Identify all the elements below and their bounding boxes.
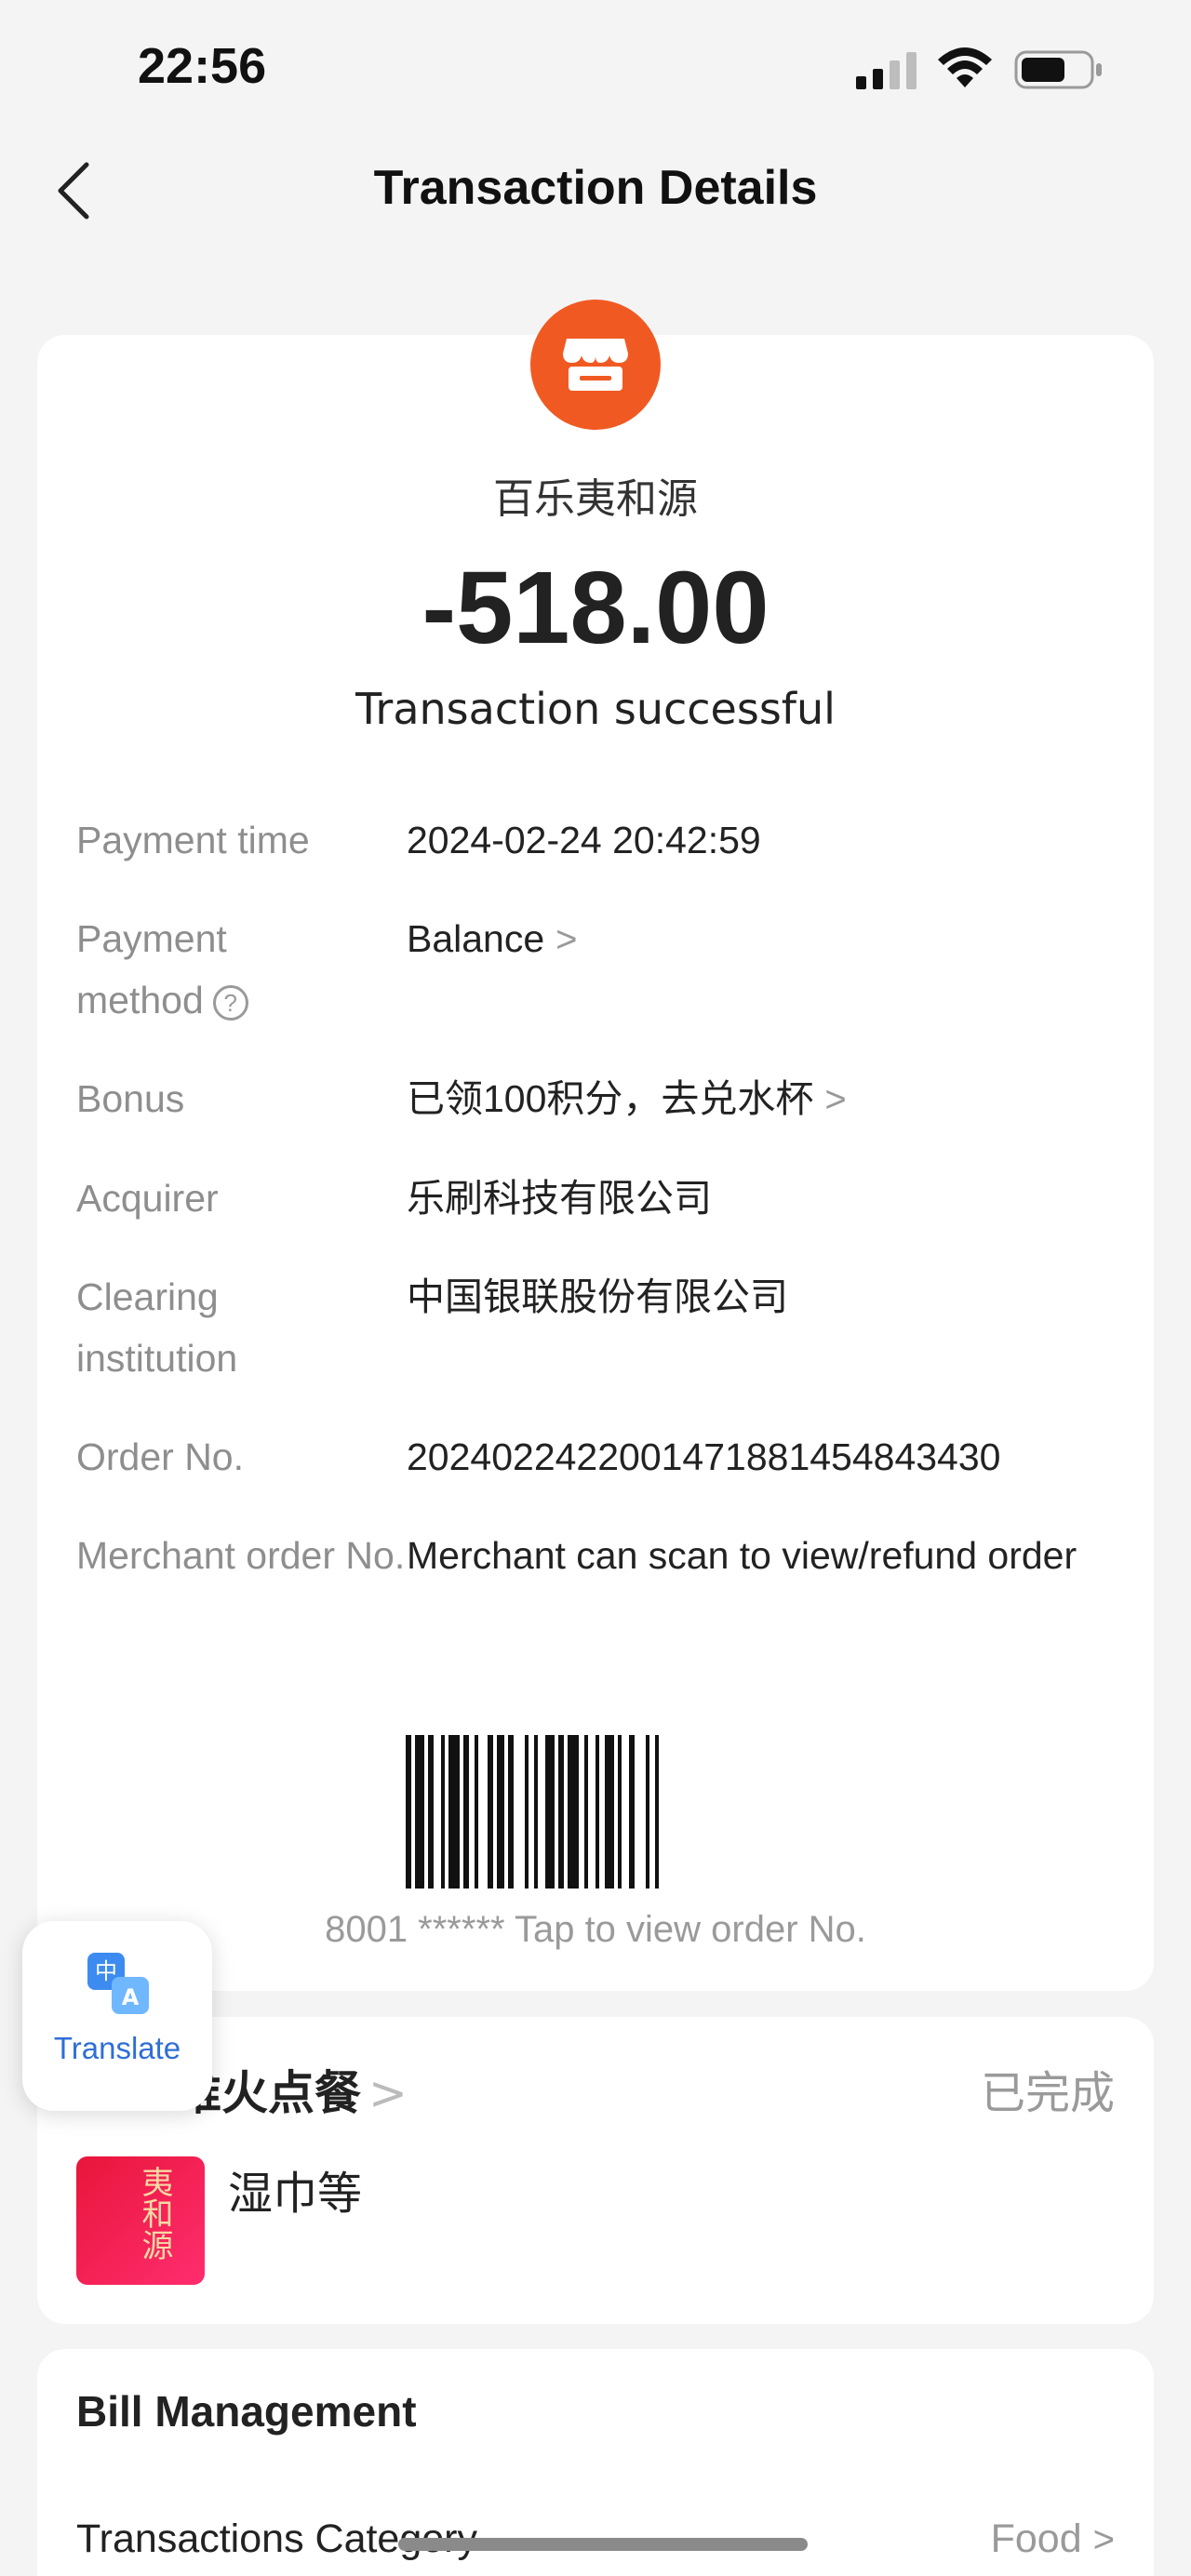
bill-management-title: Bill Management bbox=[76, 2387, 417, 2436]
detail-value: Balance bbox=[407, 917, 545, 960]
barcode-bar bbox=[584, 1735, 588, 1889]
home-indicator[interactable] bbox=[398, 2538, 808, 2551]
barcode-bar bbox=[558, 1735, 564, 1889]
merchant-name: 百乐夷和源 bbox=[493, 475, 698, 523]
order-status: 已完成 bbox=[980, 2067, 1115, 2119]
status-time: 22:56 bbox=[138, 38, 267, 94]
barcode-bar bbox=[629, 1735, 635, 1889]
barcode-bar bbox=[428, 1735, 434, 1889]
page-title: Transaction Details bbox=[373, 161, 818, 215]
barcode-bar bbox=[545, 1735, 555, 1889]
detail-row-order-no: Order No. 2024022422001471881454843430 bbox=[76, 1426, 1118, 1488]
detail-label: Clearing institution bbox=[76, 1275, 238, 1380]
detail-list: Payment time 2024-02-24 20:42:59 Payment… bbox=[76, 809, 1118, 1623]
chevron-right-icon: > bbox=[368, 2066, 408, 2120]
battery-icon bbox=[1014, 50, 1102, 89]
barcode-bar bbox=[441, 1735, 445, 1889]
barcode-bar bbox=[534, 1735, 538, 1889]
barcode-bar bbox=[605, 1735, 614, 1889]
chevron-right-icon: > bbox=[555, 919, 578, 960]
detail-label: Order No. bbox=[76, 1435, 244, 1478]
detail-label: Bonus bbox=[76, 1077, 185, 1120]
barcode-bar bbox=[488, 1735, 493, 1889]
transaction-status: Transaction successful bbox=[355, 684, 836, 734]
translate-button[interactable]: 中 A Translate bbox=[22, 1921, 212, 2111]
category-value: Food bbox=[990, 2516, 1082, 2561]
wifi-icon bbox=[938, 47, 992, 87]
translate-icon: 中 A bbox=[87, 1953, 149, 2014]
barcode-bar bbox=[415, 1735, 424, 1889]
detail-row-bonus[interactable]: Bonus 已领100积分，去兑水杯 > bbox=[76, 1068, 1118, 1130]
chevron-right-icon: > bbox=[824, 1079, 847, 1120]
detail-label-with-help: Payment method? bbox=[76, 908, 355, 1031]
merchant-logo bbox=[530, 300, 661, 430]
detail-value: 乐刷科技有限公司 bbox=[407, 1177, 712, 1220]
detail-label: Merchant order No. bbox=[76, 1534, 406, 1577]
barcode-bar bbox=[646, 1735, 649, 1889]
detail-label: Acquirer bbox=[76, 1177, 219, 1220]
barcode-bar bbox=[568, 1735, 579, 1889]
barcode-bar bbox=[508, 1735, 514, 1889]
transactions-category-value[interactable]: Food > bbox=[991, 2516, 1115, 2562]
barcode-bar bbox=[463, 1735, 469, 1889]
status-bar: 22:56 bbox=[0, 0, 1191, 140]
detail-row-payment-time: Payment time 2024-02-24 20:42:59 bbox=[76, 809, 1118, 871]
transaction-amount: -518.00 bbox=[422, 551, 769, 665]
svg-text:A: A bbox=[122, 1984, 140, 2010]
translate-label: Translate bbox=[53, 2031, 181, 2065]
thumbnail-text: 夷和源 bbox=[136, 2166, 173, 2261]
barcode-bar bbox=[618, 1735, 622, 1889]
signal-icon bbox=[856, 52, 917, 89]
order-item-name: 湿巾等 bbox=[228, 2168, 363, 2220]
store-icon bbox=[563, 339, 628, 391]
barcode-bar bbox=[406, 1735, 411, 1889]
barcode-bar bbox=[655, 1735, 659, 1889]
barcode-bar bbox=[448, 1735, 460, 1889]
barcode-bar bbox=[475, 1735, 478, 1889]
barcode[interactable] bbox=[406, 1735, 787, 1889]
detail-value: 2024-02-24 20:42:59 bbox=[407, 819, 761, 861]
detail-value: 中国银联股份有限公司 bbox=[407, 1275, 788, 1318]
detail-row-clearing-institution: Clearing institution 中国银联股份有限公司 bbox=[76, 1266, 1118, 1389]
detail-label: Payment time bbox=[76, 819, 310, 861]
header: Transaction Details bbox=[0, 140, 1191, 242]
detail-row-merchant-order-no: Merchant order No. Merchant can scan to … bbox=[76, 1525, 1118, 1586]
barcode-bar bbox=[525, 1735, 529, 1889]
barcode-bar bbox=[596, 1735, 599, 1889]
detail-value-link[interactable]: 已领100积分，去兑水杯 > bbox=[407, 1068, 1118, 1130]
detail-row-payment-method[interactable]: Payment method? Balance > bbox=[76, 908, 1118, 1031]
detail-value: 已领100积分，去兑水杯 bbox=[407, 1077, 814, 1120]
barcode-bar bbox=[497, 1735, 504, 1889]
transaction-card: 百乐夷和源 -518.00 Transaction successful Pay… bbox=[37, 300, 1154, 1991]
order-item-thumbnail[interactable]: 夷和源 bbox=[76, 2156, 205, 2285]
detail-row-acquirer: Acquirer 乐刷科技有限公司 bbox=[76, 1168, 1118, 1229]
detail-label: Payment method bbox=[76, 917, 227, 1021]
transaction-details-page: 22:56 Transaction Details 百乐夷和源 -518.00 … bbox=[0, 0, 1191, 2576]
detail-value: 2024022422001471881454843430 bbox=[407, 1435, 1001, 1478]
detail-value-link[interactable]: Balance > bbox=[407, 908, 1118, 1031]
chevron-right-icon: > bbox=[1092, 2519, 1115, 2560]
help-icon[interactable]: ? bbox=[212, 985, 248, 1021]
detail-value: Merchant can scan to view/refund order bbox=[407, 1534, 1077, 1577]
